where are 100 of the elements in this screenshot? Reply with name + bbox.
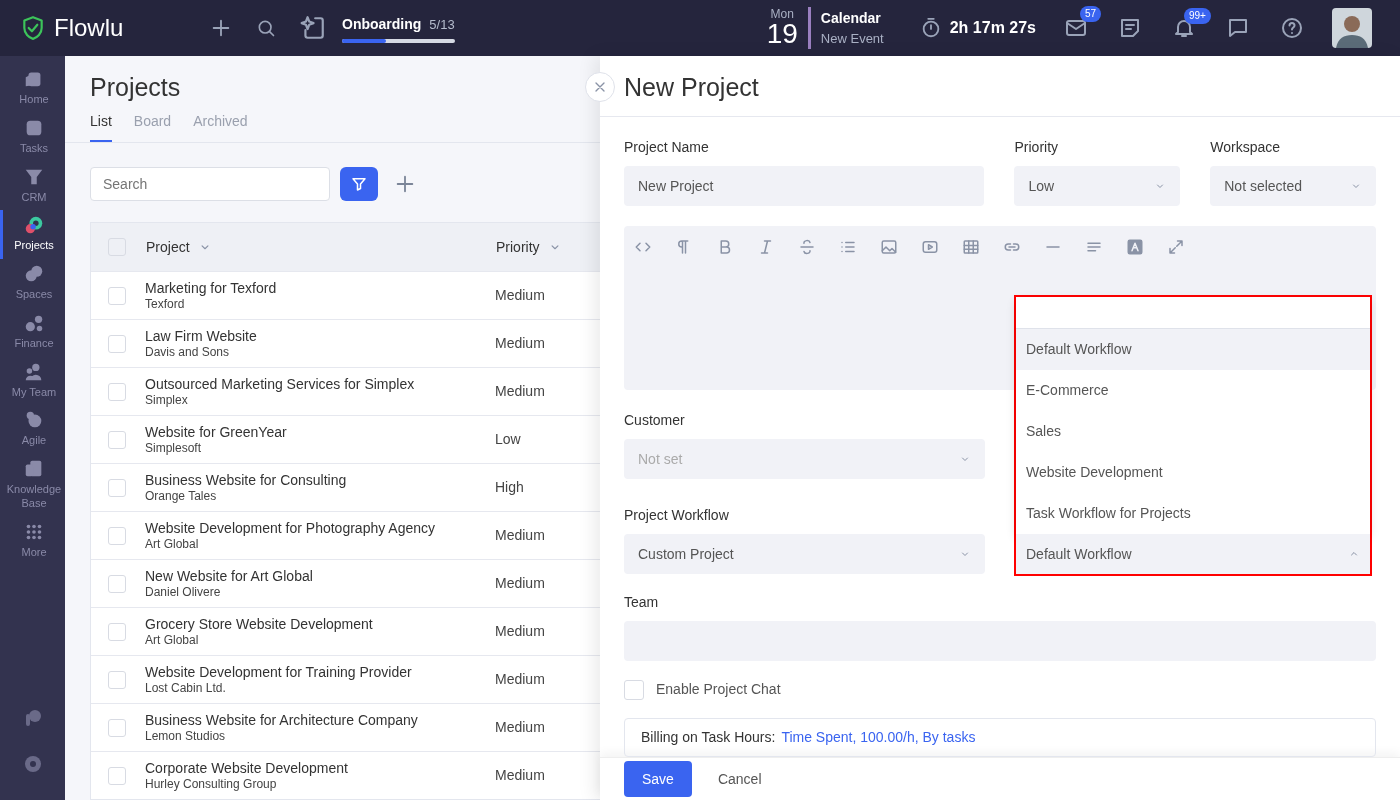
chat-icon[interactable] (1226, 16, 1250, 40)
new-event-link[interactable]: New Event (820, 28, 884, 49)
image-icon[interactable] (880, 238, 898, 256)
row-checkbox[interactable] (108, 766, 126, 785)
add-icon[interactable] (394, 173, 416, 195)
priority-text: Medium (495, 622, 545, 641)
sidebar-item[interactable]: Knowledge Base (0, 454, 65, 517)
billing-label: Billing on Task Hours: (641, 728, 776, 747)
dropdown-option[interactable]: E-Commerce (1016, 370, 1370, 411)
filter-button[interactable] (340, 167, 378, 201)
expand-icon[interactable] (1167, 238, 1185, 256)
strikethrough-icon[interactable] (798, 238, 816, 256)
project-name[interactable]: Business Website for Consulting (145, 470, 495, 489)
mail-count-badge: 57 (1080, 5, 1102, 22)
sidebar-item[interactable]: Agile (0, 405, 65, 454)
select-field[interactable]: Default Workflow (1016, 534, 1370, 574)
view-tab[interactable]: List (90, 111, 112, 142)
page-title: Projects (90, 72, 181, 102)
project-name[interactable]: Law Firm Website (145, 326, 495, 345)
note-icon[interactable] (1118, 16, 1142, 40)
row-checkbox[interactable] (108, 574, 126, 593)
checkbox[interactable] (624, 679, 644, 700)
priority-text: Low (495, 430, 521, 449)
row-checkbox[interactable] (108, 670, 126, 689)
project-name[interactable]: New Website for Art Global (145, 566, 495, 585)
row-checkbox[interactable] (108, 286, 126, 305)
dropdown-option[interactable]: Task Workflow for Projects (1016, 493, 1370, 534)
video-icon[interactable] (921, 238, 939, 256)
project-name[interactable]: Grocery Store Website Development (145, 614, 495, 633)
customer-name: Art Global (145, 536, 200, 553)
project-name[interactable]: Website Development for Photography Agency (145, 518, 495, 537)
onboarding-title[interactable]: Onboarding (342, 13, 422, 35)
save-button[interactable]: Save (624, 761, 692, 797)
dropdown-search-field[interactable] (1016, 297, 1370, 329)
customer-name: Texford (145, 296, 186, 313)
dropdown-option[interactable]: Website Development (1016, 452, 1370, 493)
logo-icon (20, 15, 46, 41)
select-field[interactable]: Custom Project (624, 534, 985, 574)
field-label: Customer (624, 411, 686, 430)
sparkle-icon[interactable] (300, 15, 326, 41)
sidebar-item[interactable]: Finance (0, 307, 65, 357)
dropdown-option[interactable]: Default Workflow (1016, 329, 1370, 370)
timer-text: 2h 17m 27s (949, 18, 1036, 38)
calendar-weekday: Mon (769, 8, 795, 20)
project-name[interactable]: Website for GreenYear (145, 422, 495, 441)
customer-name: Orange Tales (145, 488, 218, 505)
sidebar-item[interactable]: More (0, 516, 65, 566)
priority-text: Medium (495, 574, 545, 593)
search-icon[interactable] (256, 18, 276, 38)
project-name[interactable]: Corporate Website Development (145, 758, 495, 777)
app-name: Flowlu (54, 13, 124, 43)
help-icon[interactable] (1280, 16, 1304, 40)
customer-name: Davis and Sons (145, 344, 231, 361)
avatar[interactable] (1332, 8, 1372, 48)
column-header[interactable]: Priority (496, 236, 540, 258)
project-name[interactable]: Outsourced Marketing Services for Simplex (145, 374, 495, 393)
notification-count: 99+ (1184, 7, 1211, 24)
cancel-button[interactable]: Cancel (699, 761, 780, 797)
sidebar-item[interactable]: My Team (0, 356, 65, 406)
row-checkbox[interactable] (108, 526, 126, 545)
table-icon[interactable] (962, 238, 980, 256)
sidebar-item[interactable]: CRM (0, 161, 65, 211)
input-field[interactable]: New Project (624, 166, 985, 206)
customer-name: Lemon Studios (145, 728, 227, 745)
text-color-icon[interactable] (1126, 238, 1144, 256)
row-checkbox[interactable] (108, 718, 126, 737)
project-name[interactable]: Marketing for Texford (145, 278, 495, 297)
priority-text: Medium (495, 382, 545, 401)
sidebar-item[interactable]: Home (0, 64, 65, 113)
search-field[interactable]: Search (90, 167, 330, 201)
customer-name: Hurley Consulting Group (145, 776, 278, 793)
priority-text: Medium (495, 334, 545, 353)
sidebar-item[interactable]: Tasks (0, 112, 65, 162)
column-header[interactable]: Project (146, 236, 190, 258)
row-checkbox[interactable] (108, 382, 126, 401)
priority-text: Medium (495, 286, 545, 305)
onboarding-step-count: 5/13 (429, 15, 455, 34)
select-field[interactable]: Not selected (1210, 166, 1376, 206)
priority-text: Medium (495, 526, 545, 545)
project-name[interactable]: Business Website for Architecture Company (145, 710, 495, 729)
row-checkbox[interactable] (108, 622, 126, 641)
row-checkbox[interactable] (108, 478, 126, 497)
add-icon[interactable] (210, 17, 232, 39)
priority-text: Medium (495, 718, 545, 737)
select-field[interactable]: Low (1014, 166, 1181, 206)
billing-link[interactable]: Time Spent, 100.00/h, By tasks (781, 727, 976, 748)
customer-name: Simplex (145, 392, 189, 409)
field-label: Workspace (1210, 138, 1282, 157)
project-name[interactable]: Website Development for Training Provider (145, 662, 495, 681)
priority-text: High (495, 478, 524, 497)
dropdown-option[interactable]: Sales (1016, 411, 1370, 452)
customer-name: Simplesoft (145, 440, 203, 457)
calendar-title[interactable]: Calendar (820, 7, 884, 29)
row-checkbox[interactable] (108, 430, 126, 449)
field-label: Priority (1014, 138, 1060, 157)
customer-name: Lost Cabin Ltd. (145, 680, 227, 697)
sidebar-item[interactable]: Spaces (0, 259, 65, 308)
row-checkbox[interactable] (108, 334, 126, 353)
field-label: Project Name (624, 138, 710, 157)
checkbox-label: Enable Project Chat (656, 680, 781, 699)
